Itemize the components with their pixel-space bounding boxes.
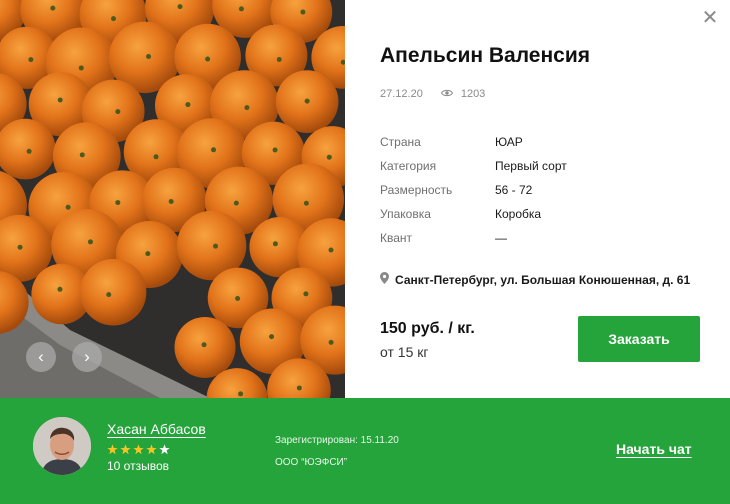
tangerine-stem — [213, 243, 219, 249]
address-text: Санкт-Петербург, ул. Большая Конюшенная,… — [395, 272, 691, 287]
tangerine-stem — [201, 342, 207, 348]
seller-name-link[interactable]: Хасан Аббасов — [107, 421, 206, 437]
spec-key: Квант — [380, 231, 413, 245]
close-icon[interactable]: ✕ — [700, 8, 720, 28]
tangerine-stem — [115, 109, 121, 115]
tangerine-stem — [26, 148, 32, 154]
spec-row-category: Категория Первый сорт — [380, 154, 700, 178]
tangerine-stem — [303, 200, 309, 206]
tangerine — [174, 316, 236, 379]
tangerine-stem — [272, 147, 278, 153]
star-icon — [133, 442, 144, 455]
spec-key: Размерность — [380, 183, 453, 197]
spec-key: Страна — [380, 135, 421, 149]
tangerine-stem — [328, 247, 334, 253]
tangerine-stem — [17, 244, 23, 250]
spec-row-quant: Квант — — [380, 226, 700, 250]
publish-date: 27.12.20 — [380, 88, 423, 100]
tangerine — [79, 259, 147, 326]
product-title: Апельсин Валенсия — [380, 44, 590, 67]
star-icon — [120, 442, 131, 455]
tangerine-stem — [115, 200, 121, 206]
tangerine-stem — [153, 154, 159, 160]
order-button[interactable]: Заказать — [578, 316, 700, 362]
views-counter: 1203 — [440, 88, 486, 100]
map-pin-icon — [380, 272, 389, 287]
tangerine-stem — [272, 241, 278, 247]
tangerine-stem — [145, 251, 151, 257]
product-photo: ‹ › — [0, 0, 345, 398]
company-name: ООО “ЮЭФСИ” — [275, 457, 348, 468]
tangerine-stem — [303, 291, 309, 297]
spec-key: Упаковка — [380, 207, 431, 221]
tangerine-stem — [211, 147, 217, 153]
spec-value: Коробка — [495, 207, 542, 221]
spec-value: — — [495, 231, 507, 245]
location: Санкт-Петербург, ул. Большая Конюшенная,… — [380, 272, 690, 287]
eye-icon — [440, 88, 453, 100]
registration-date: Зарегистрирован: 15.11.20 — [275, 435, 399, 446]
tangerine-stem — [276, 57, 282, 63]
gallery-next-button[interactable]: › — [72, 342, 102, 372]
tangerine-stem — [78, 65, 84, 71]
gallery-prev-button[interactable]: ‹ — [26, 342, 56, 372]
tangerine-stem — [235, 295, 241, 301]
spec-value: ЮАР — [495, 135, 523, 149]
tangerine-stem — [87, 239, 93, 245]
tangerine-stem — [177, 4, 183, 10]
tangerine-stem — [50, 5, 56, 11]
tangerine-stem — [185, 102, 191, 108]
start-chat-link[interactable]: Начать чат — [616, 441, 692, 457]
spec-row-country: Страна ЮАР — [380, 130, 700, 154]
tangerine-stem — [326, 154, 332, 160]
star-icon — [159, 442, 170, 455]
tangerine-stem — [269, 334, 275, 340]
spec-value: 56 - 72 — [495, 183, 533, 197]
product-meta: 27.12.20 1203 — [380, 88, 485, 100]
tangerine-stem — [79, 152, 85, 158]
tangerine-stem — [28, 57, 34, 63]
spec-value: Первый сорт — [495, 159, 567, 173]
tangerine-stem — [106, 292, 112, 298]
reviews-count: 10 отзывов — [107, 459, 170, 473]
spec-row-packaging: Упаковка Коробка — [380, 202, 700, 226]
tangerine-stem — [296, 385, 302, 391]
spec-row-size: Размерность 56 - 72 — [380, 178, 700, 202]
star-icon — [107, 442, 118, 455]
tangerine-stem — [110, 16, 116, 22]
tangerine-stem — [65, 204, 71, 210]
tangerines-image — [0, 0, 345, 398]
spec-list: Страна ЮАР Категория Первый сорт Размерн… — [380, 130, 700, 250]
tangerine-stem — [238, 6, 244, 12]
tangerine-stem — [304, 98, 310, 104]
star-icon — [146, 442, 157, 455]
avatar[interactable] — [33, 417, 91, 475]
seller-bar: Хасан Аббасов 10 отзывов Зарегистрирован… — [0, 398, 730, 504]
spec-key: Категория — [380, 159, 437, 173]
minimum-quantity: от 15 кг — [380, 344, 429, 360]
price: 150 руб. / кг. — [380, 320, 475, 337]
rating-stars — [107, 442, 170, 455]
tangerine-stem — [57, 286, 63, 292]
views-count: 1203 — [460, 88, 486, 100]
tangerine-stem — [300, 9, 306, 15]
tangerine-stem — [233, 200, 239, 206]
tangerine-stem — [146, 53, 152, 59]
tangerine-stem — [244, 105, 250, 111]
tangerine-stem — [328, 339, 334, 345]
tangerine-stem — [168, 198, 174, 204]
product-modal: ‹ › ✕ Апельсин Валенсия 27.12.20 1203 Ст… — [0, 0, 730, 504]
tangerine-stem — [205, 56, 211, 62]
tangerine-stem — [238, 391, 244, 397]
tangerine-stem — [57, 97, 63, 103]
